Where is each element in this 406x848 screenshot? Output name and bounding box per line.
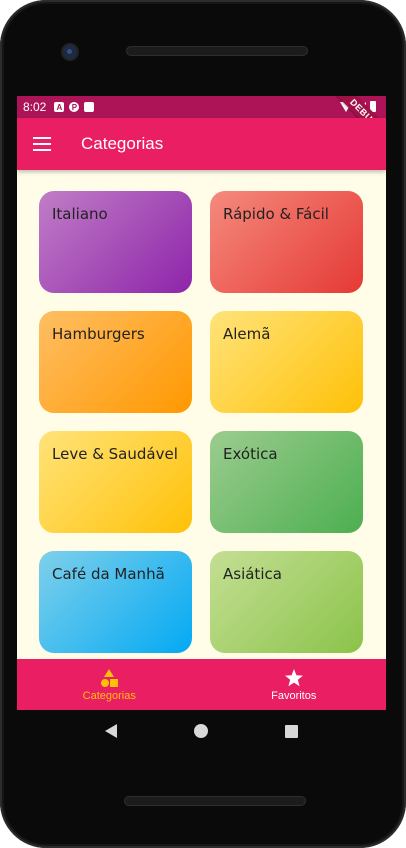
app-screen: 8:02 A P DEBUG Categorias Italiano Rápid… — [17, 96, 386, 710]
bottom-speaker — [124, 796, 306, 806]
category-icon — [99, 668, 119, 688]
back-icon[interactable] — [105, 724, 118, 738]
category-label: Hamburgers — [52, 325, 145, 343]
status-time: 8:02 — [23, 100, 47, 114]
category-card-hamburgers[interactable]: Hamburgers — [39, 311, 192, 413]
category-label: Café da Manhã — [52, 565, 165, 583]
category-label: Exótica — [223, 445, 278, 463]
phone-frame: 8:02 A P DEBUG Categorias Italiano Rápid… — [0, 0, 406, 848]
p-icon: P — [69, 102, 80, 112]
status-bar: 8:02 A P DEBUG — [17, 96, 386, 151]
tab-favoritos[interactable]: Favoritos — [202, 659, 387, 710]
a-icon: A — [54, 102, 65, 112]
category-card-italiano[interactable]: Italiano — [39, 191, 192, 293]
star-icon — [284, 668, 304, 688]
front-camera — [63, 45, 77, 59]
tab-categorias[interactable]: Categorias — [17, 659, 202, 710]
category-card-alema[interactable]: Alemã — [210, 311, 363, 413]
bottom-navigation: Categorias Favoritos — [17, 659, 386, 710]
category-card-leve-saudavel[interactable]: Leve & Saudável — [39, 431, 192, 533]
category-card-exotica[interactable]: Exótica — [210, 431, 363, 533]
page-title: Categorias — [81, 134, 164, 153]
earpiece-speaker — [126, 46, 308, 56]
category-label: Rápido & Fácil — [223, 205, 329, 223]
sd-card-icon — [84, 102, 95, 112]
app-bar: Categorias — [17, 118, 386, 170]
tab-label: Categorias — [82, 689, 136, 702]
category-grid: Italiano Rápido & Fácil Hamburgers Alemã… — [17, 170, 386, 659]
recents-icon[interactable] — [284, 724, 298, 738]
category-card-cafe-da-manha[interactable]: Café da Manhã — [39, 551, 192, 653]
category-label: Italiano — [52, 205, 108, 223]
home-icon[interactable] — [193, 724, 208, 738]
category-card-asiatica[interactable]: Asiática — [210, 551, 363, 653]
category-label: Alemã — [223, 325, 271, 343]
category-card-rapido-facil[interactable]: Rápido & Fácil — [210, 191, 363, 293]
category-label: Asiática — [223, 565, 282, 583]
system-navigation-bar — [17, 710, 386, 752]
menu-icon[interactable] — [33, 137, 51, 151]
category-label: Leve & Saudável — [52, 445, 178, 463]
tab-label: Favoritos — [271, 689, 317, 702]
